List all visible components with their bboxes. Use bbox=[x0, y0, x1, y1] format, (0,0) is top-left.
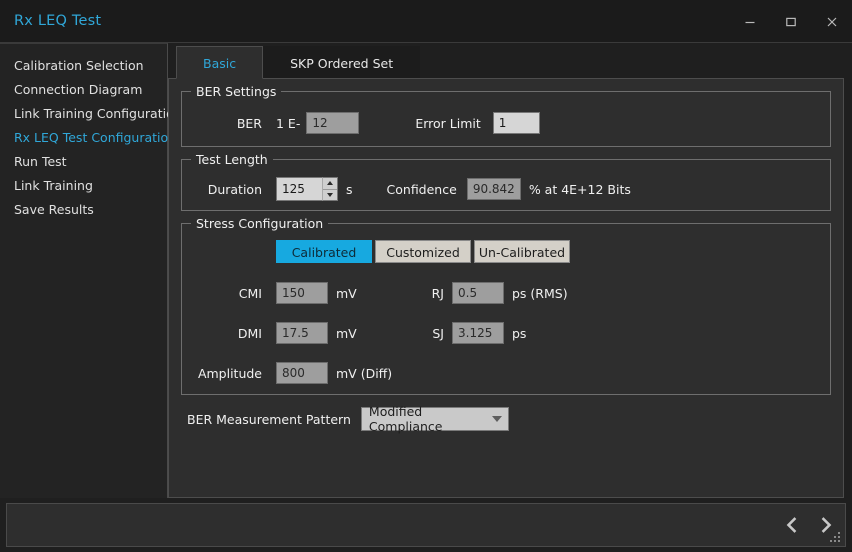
sidebar-item-run-test[interactable]: Run Test bbox=[0, 150, 167, 174]
ber-measurement-pattern-select[interactable]: Modified Compliance bbox=[361, 407, 509, 431]
window-body: Calibration Selection Connection Diagram… bbox=[0, 43, 852, 498]
ber-measurement-pattern-row: BER Measurement Pattern Modified Complia… bbox=[181, 407, 831, 431]
stress-configuration-group: Stress Configuration Calibrated Customiz… bbox=[181, 223, 831, 395]
sj-unit: ps bbox=[504, 326, 592, 341]
tab-basic[interactable]: Basic bbox=[176, 46, 263, 79]
duration-spin-buttons bbox=[322, 177, 338, 201]
window-title: Rx LEQ Test bbox=[14, 13, 101, 29]
tab-page-basic: BER Settings BER 1 E- Error Limit Test L… bbox=[168, 78, 844, 498]
chevron-left-icon bbox=[782, 515, 802, 535]
sidebar-item-calibration-selection[interactable]: Calibration Selection bbox=[0, 54, 167, 78]
amplitude-unit: mV (Diff) bbox=[328, 366, 448, 381]
dmi-label: DMI bbox=[192, 326, 276, 341]
close-button[interactable] bbox=[811, 0, 852, 43]
error-limit-label: Error Limit bbox=[415, 116, 492, 131]
duration-stepper[interactable] bbox=[276, 177, 338, 201]
rj-label: RJ bbox=[416, 286, 452, 301]
cmi-label: CMI bbox=[192, 286, 276, 301]
amplitude-field-cell bbox=[276, 362, 328, 384]
ber-measurement-pattern-label: BER Measurement Pattern bbox=[187, 412, 351, 427]
duration-increment-button[interactable] bbox=[323, 178, 337, 190]
ber-settings-title: BER Settings bbox=[191, 84, 281, 99]
sj-field-cell bbox=[452, 322, 504, 344]
stress-mode-calibrated-button[interactable]: Calibrated bbox=[276, 240, 372, 263]
content-pane: Basic SKP Ordered Set BER Settings BER 1… bbox=[168, 43, 852, 498]
cmi-input bbox=[276, 282, 328, 304]
minimize-button[interactable] bbox=[729, 0, 770, 43]
cmi-field-cell bbox=[276, 282, 328, 304]
rj-unit: ps (RMS) bbox=[504, 286, 592, 301]
confidence-input bbox=[467, 178, 521, 200]
chevron-down-icon bbox=[492, 416, 502, 422]
ber-settings-group: BER Settings BER 1 E- Error Limit bbox=[181, 91, 831, 147]
test-length-title: Test Length bbox=[191, 152, 273, 167]
window-controls bbox=[729, 0, 852, 43]
sidebar-item-save-results[interactable]: Save Results bbox=[0, 198, 167, 222]
sj-input bbox=[452, 322, 504, 344]
cmi-unit: mV bbox=[328, 286, 416, 301]
confidence-unit: % at 4E+12 Bits bbox=[521, 182, 631, 197]
duration-unit: s bbox=[338, 182, 353, 197]
stress-row-dmi-sj: DMI mV SJ ps bbox=[192, 313, 820, 353]
amplitude-input bbox=[276, 362, 328, 384]
previous-page-button[interactable] bbox=[777, 510, 807, 540]
sidebar-item-link-training[interactable]: Link Training bbox=[0, 174, 167, 198]
sidebar-item-link-training-configuration[interactable]: Link Training Configuration bbox=[0, 102, 167, 126]
ber-label: BER bbox=[192, 116, 276, 131]
amplitude-label: Amplitude bbox=[192, 366, 276, 381]
stress-mode-segmented-control: Calibrated Customized Un-Calibrated bbox=[276, 240, 820, 263]
maximize-icon bbox=[784, 15, 798, 29]
stress-mode-customized-button[interactable]: Customized bbox=[375, 240, 471, 263]
tab-strip: Basic SKP Ordered Set bbox=[168, 43, 844, 78]
rj-field-cell bbox=[452, 282, 504, 304]
duration-input[interactable] bbox=[276, 177, 322, 201]
error-limit-input[interactable] bbox=[493, 112, 540, 134]
duration-decrement-button[interactable] bbox=[323, 190, 337, 201]
sidebar-item-connection-diagram[interactable]: Connection Diagram bbox=[0, 78, 167, 102]
stress-mode-un-calibrated-button[interactable]: Un-Calibrated bbox=[474, 240, 570, 263]
dmi-unit: mV bbox=[328, 326, 416, 341]
ber-exponent-prefix: 1 E- bbox=[276, 116, 306, 131]
dmi-field-cell bbox=[276, 322, 328, 344]
stress-configuration-title: Stress Configuration bbox=[191, 216, 328, 231]
footer-bar bbox=[6, 503, 846, 547]
stress-row-cmi-rj: CMI mV RJ ps (RMS) bbox=[192, 273, 820, 313]
sj-label: SJ bbox=[416, 326, 452, 341]
dmi-input bbox=[276, 322, 328, 344]
resize-grip-icon[interactable] bbox=[828, 530, 842, 544]
rj-input bbox=[452, 282, 504, 304]
close-icon bbox=[825, 15, 839, 29]
test-length-group: Test Length Duration bbox=[181, 159, 831, 211]
caret-up-icon bbox=[327, 181, 333, 185]
confidence-label: Confidence bbox=[387, 182, 467, 197]
ber-exponent-input[interactable] bbox=[306, 112, 359, 134]
application-window: Rx LEQ Test Calibration bbox=[0, 0, 852, 552]
tab-skp-ordered-set[interactable]: SKP Ordered Set bbox=[263, 46, 420, 79]
caret-down-icon bbox=[327, 193, 333, 197]
title-bar: Rx LEQ Test bbox=[0, 0, 852, 43]
sidebar-item-rx-leq-test-configuration[interactable]: Rx LEQ Test Configuration bbox=[0, 126, 167, 150]
stress-row-amplitude: Amplitude mV (Diff) bbox=[192, 353, 820, 393]
duration-label: Duration bbox=[192, 182, 276, 197]
ber-measurement-pattern-value: Modified Compliance bbox=[369, 404, 492, 434]
minimize-icon bbox=[743, 15, 757, 29]
navigation-sidebar: Calibration Selection Connection Diagram… bbox=[0, 43, 168, 498]
maximize-button[interactable] bbox=[770, 0, 811, 43]
